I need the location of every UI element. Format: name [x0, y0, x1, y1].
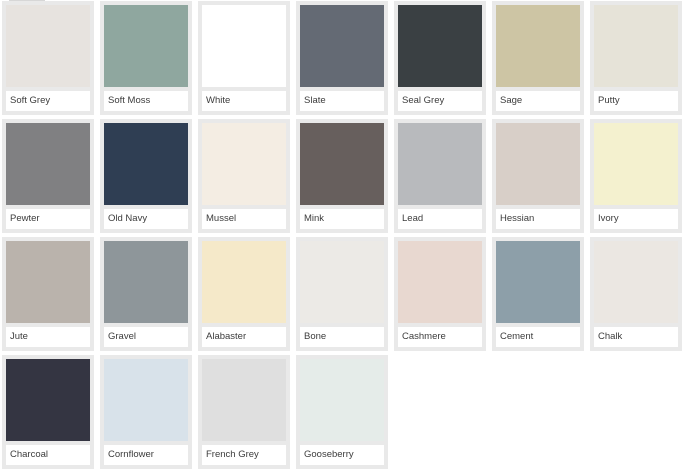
color-swatch	[300, 5, 384, 87]
color-swatch-label: Old Navy	[104, 209, 188, 229]
color-swatch	[202, 241, 286, 323]
color-swatch	[104, 5, 188, 87]
color-swatch-tile[interactable]: Jute	[2, 237, 94, 351]
color-swatch-label: Slate	[300, 91, 384, 111]
color-swatch	[6, 241, 90, 323]
color-swatch-tile[interactable]: Cashmere	[394, 237, 486, 351]
color-swatch-label: White	[202, 91, 286, 111]
color-swatch	[6, 123, 90, 205]
color-swatch	[104, 241, 188, 323]
color-swatch-label: Putty	[594, 91, 678, 111]
color-swatch-tile[interactable]: Old Navy	[100, 119, 192, 233]
color-swatch	[594, 123, 678, 205]
color-swatch	[398, 5, 482, 87]
color-swatch-label: Soft Moss	[104, 91, 188, 111]
color-swatch-tile[interactable]: Mussel	[198, 119, 290, 233]
color-swatch-label: Hessian	[496, 209, 580, 229]
color-swatch-tile[interactable]: Hessian	[492, 119, 584, 233]
color-swatch-label: Cashmere	[398, 327, 482, 347]
color-swatch	[300, 241, 384, 323]
color-swatch	[594, 5, 678, 87]
color-swatch	[104, 123, 188, 205]
color-swatch-tile[interactable]: White	[198, 1, 290, 115]
color-swatch	[496, 241, 580, 323]
color-swatch-label: Bone	[300, 327, 384, 347]
color-swatch-label: Gravel	[104, 327, 188, 347]
color-swatch	[496, 123, 580, 205]
color-swatch-label: Soft Grey	[6, 91, 90, 111]
color-swatch-tile[interactable]: Seal Grey	[394, 1, 486, 115]
color-swatch-tile[interactable]: Slate	[296, 1, 388, 115]
color-swatch-tile[interactable]: Putty	[590, 1, 682, 115]
color-swatch-label: French Grey	[202, 445, 286, 465]
color-swatch-tile[interactable]: Soft Grey	[2, 1, 94, 115]
color-swatch-label: Pewter	[6, 209, 90, 229]
color-swatch-tile[interactable]: Lead	[394, 119, 486, 233]
color-swatch	[6, 359, 90, 441]
color-swatch-label: Seal Grey	[398, 91, 482, 111]
color-swatch	[398, 123, 482, 205]
color-swatch	[496, 5, 580, 87]
color-swatch	[202, 359, 286, 441]
color-swatch-tile[interactable]: Alabaster	[198, 237, 290, 351]
color-swatch-label: Gooseberry	[300, 445, 384, 465]
color-swatch-label: Mussel	[202, 209, 286, 229]
color-swatch-label: Mink	[300, 209, 384, 229]
color-swatch	[6, 5, 90, 87]
color-swatch-grid: Soft Grey Soft Moss White Slate Seal Grey Sag…	[2, 1, 682, 469]
color-swatch-label: Jute	[6, 327, 90, 347]
color-swatch	[594, 241, 678, 323]
color-swatch-tile[interactable]: Gravel	[100, 237, 192, 351]
color-swatch-tile[interactable]: Sage	[492, 1, 584, 115]
color-swatch-tile[interactable]: Chalk	[590, 237, 682, 351]
color-swatch-label: Lead	[398, 209, 482, 229]
color-swatch-label: Alabaster	[202, 327, 286, 347]
color-swatch	[398, 241, 482, 323]
color-swatch	[300, 123, 384, 205]
color-swatch-label: Ivory	[594, 209, 678, 229]
color-swatch-label: Cornflower	[104, 445, 188, 465]
color-swatch-tile[interactable]: Soft Moss	[100, 1, 192, 115]
color-swatch-tile[interactable]: Cornflower	[100, 355, 192, 469]
color-swatch-tile[interactable]: Mink	[296, 119, 388, 233]
color-swatch	[202, 5, 286, 87]
color-swatch-tile[interactable]: Gooseberry	[296, 355, 388, 469]
color-swatch-tile[interactable]: Ivory	[590, 119, 682, 233]
color-swatch	[202, 123, 286, 205]
color-swatch-label: Charcoal	[6, 445, 90, 465]
color-swatch-label: Sage	[496, 91, 580, 111]
color-swatch-tile[interactable]: Pewter	[2, 119, 94, 233]
color-swatch-tile[interactable]: French Grey	[198, 355, 290, 469]
color-swatch	[104, 359, 188, 441]
color-swatch-tile[interactable]: Cement	[492, 237, 584, 351]
color-swatch-label: Chalk	[594, 327, 678, 347]
color-swatch-label: Cement	[496, 327, 580, 347]
color-swatch-tile[interactable]: Charcoal	[2, 355, 94, 469]
color-swatch	[300, 359, 384, 441]
color-swatch-tile[interactable]: Bone	[296, 237, 388, 351]
